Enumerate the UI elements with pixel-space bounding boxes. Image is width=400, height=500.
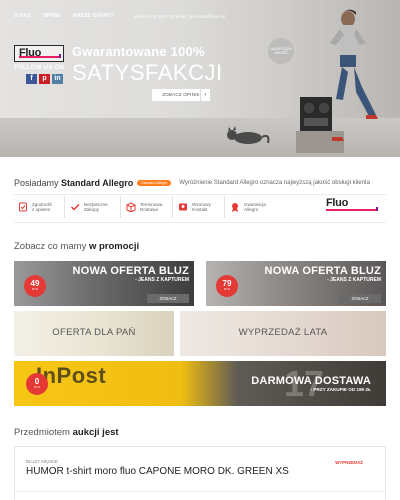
feature-label: Dostawa (140, 207, 158, 212)
promo-banner-free-delivery[interactable]: InPost 17 0 PLN DARMOWA DOSTAWA - PRZY Z… (14, 361, 386, 406)
award-icon (232, 203, 238, 212)
see-button[interactable]: ZOBACZ (339, 294, 381, 303)
price-currency: PLN (224, 287, 230, 291)
banner-title: OFERTA DLA PAŃ (52, 327, 136, 338)
feature-item: Terminowa Dostawa (126, 196, 162, 218)
standard-description: Wyróżnienie Standard Allegro oznacza naj… (179, 180, 370, 186)
price-currency: PLN (32, 287, 38, 291)
quality-badge: NAJWYŻSZA JAKOŚĆ (268, 38, 294, 64)
banner-title: WYPRZEDAŻ LATA (238, 327, 328, 338)
item-name: HUMOR t-shirt moro fluo CAPONE MORO DK. … (26, 466, 289, 477)
instagram-icon[interactable]: in (52, 74, 63, 84)
feature-item: Bezpieczne Zakupy (70, 196, 108, 218)
auction-title-bold: aukcji jest (72, 427, 119, 438)
see-button[interactable]: ZOBACZ (147, 294, 189, 303)
nav-link-reviews[interactable]: OPINIE (43, 13, 61, 19)
hero-headline: Gwarantowane 100% (72, 44, 205, 59)
feature-item: Wzorowy Kontakt (178, 196, 211, 218)
checkmark-icon (70, 203, 80, 211)
promo-section-title: Zobacz co mamy w promocji (14, 241, 139, 252)
chevron-right-icon: › (200, 89, 210, 101)
item-category: BLUZY MĘSKIE (26, 459, 58, 464)
promo-banner-hoodies-2[interactable]: 79 PLN NOWA OFERTA BLUZ - JEANS Z KAPTUR… (206, 261, 386, 306)
hero-banner: O NAS OPINIE NASZE OFERTY infolinia 730 … (0, 0, 400, 157)
banner-subtitle: - JEANS Z KAPTUREM (135, 277, 189, 283)
logo-text: Fluo (326, 197, 349, 209)
hero-subheadline: SATYSFAKCJI (72, 60, 223, 85)
sale-badge: WYPRZEDAŻ (335, 460, 363, 465)
auction-item-card[interactable]: BLUZY MĘSKIE HUMOR t-shirt moro fluo CAP… (14, 446, 386, 500)
auction-title-prefix: Przedmiotem (14, 427, 73, 438)
quality-badge-text: NAJWYŻSZA JAKOŚĆ (270, 46, 292, 55)
follow-us-label: FOLLOW US ON (14, 65, 65, 71)
cat-image (227, 126, 270, 144)
divider (172, 196, 173, 218)
contact-icon (179, 203, 187, 211)
document-check-icon (19, 202, 27, 212)
banner-subtitle: - PRZY ZAKUPIE OD 199 ZŁ (310, 387, 371, 392)
contact-info: infolinia 730 502 020 email: sprzedaz@fl… (134, 13, 226, 19)
promo-title-bold: w promocji (88, 241, 140, 252)
feature-item: Zgodność z opisem (18, 196, 52, 218)
divider (120, 196, 121, 218)
price-badge: 49 PLN (24, 275, 46, 297)
promo-banner-summer-sale[interactable]: WYPRZEDAŻ LATA (180, 311, 386, 356)
nav-link-offers[interactable]: NASZE OFERTY (73, 13, 114, 19)
fluo-logo-small[interactable]: Fluo (326, 197, 378, 212)
promo-title-prefix: Zobacz co mamy (14, 241, 89, 252)
standard-allegro-pill: Standard Allegro (137, 180, 172, 186)
divider (14, 194, 386, 195)
standard-title-bold: Standard Allegro (61, 178, 134, 188)
delivery-box-icon (126, 202, 136, 212)
social-links: f p in (26, 74, 63, 84)
feature-label: z opisem (32, 207, 51, 212)
logo-underline (19, 54, 61, 58)
divider (15, 491, 385, 492)
logo-underline (326, 207, 378, 211)
divider (64, 196, 65, 218)
promo-banner-women[interactable]: OFERTA DLA PAŃ (14, 311, 174, 356)
banner-subtitle: - JEANS Z KAPTUREM (327, 277, 381, 283)
pinterest-icon[interactable]: p (39, 74, 50, 84)
fluo-logo[interactable]: Fluo (14, 45, 64, 62)
feature-label: Kontakt (192, 207, 208, 212)
feature-label: Allegro (244, 207, 259, 212)
banner-title: NOWA OFERTA BLUZ (264, 265, 381, 277)
banner-title: NOWA OFERTA BLUZ (72, 265, 189, 277)
divider (224, 196, 225, 218)
see-reviews-label: ZOBACZ OPINIE (162, 92, 200, 97)
feature-item: Gwarancja Allegro (230, 196, 266, 218)
standard-allegro-row: Posiadamy Standard Allegro Standard Alle… (14, 176, 386, 190)
top-navigation: O NAS OPINIE NASZE OFERTY infolinia 730 … (14, 13, 225, 19)
price-badge: 79 PLN (216, 275, 238, 297)
divider (14, 222, 386, 223)
price-currency: PLN (34, 385, 40, 389)
facebook-icon[interactable]: f (26, 74, 37, 84)
standard-title-prefix: Posiadamy (14, 178, 62, 188)
banner-title: DARMOWA DOSTAWA (251, 375, 371, 387)
price-badge: 0 PLN (26, 373, 48, 395)
hero-model-image (296, 9, 378, 153)
promo-banner-hoodies[interactable]: 49 PLN NOWA OFERTA BLUZ - JEANS Z KAPTUR… (14, 261, 194, 306)
nav-link-about[interactable]: O NAS (14, 13, 31, 19)
auction-section-title: Przedmiotem aukcji jest (14, 427, 119, 438)
feature-label: Zakupy (84, 207, 100, 212)
see-reviews-button[interactable]: ZOBACZ OPINIE › (152, 89, 210, 101)
